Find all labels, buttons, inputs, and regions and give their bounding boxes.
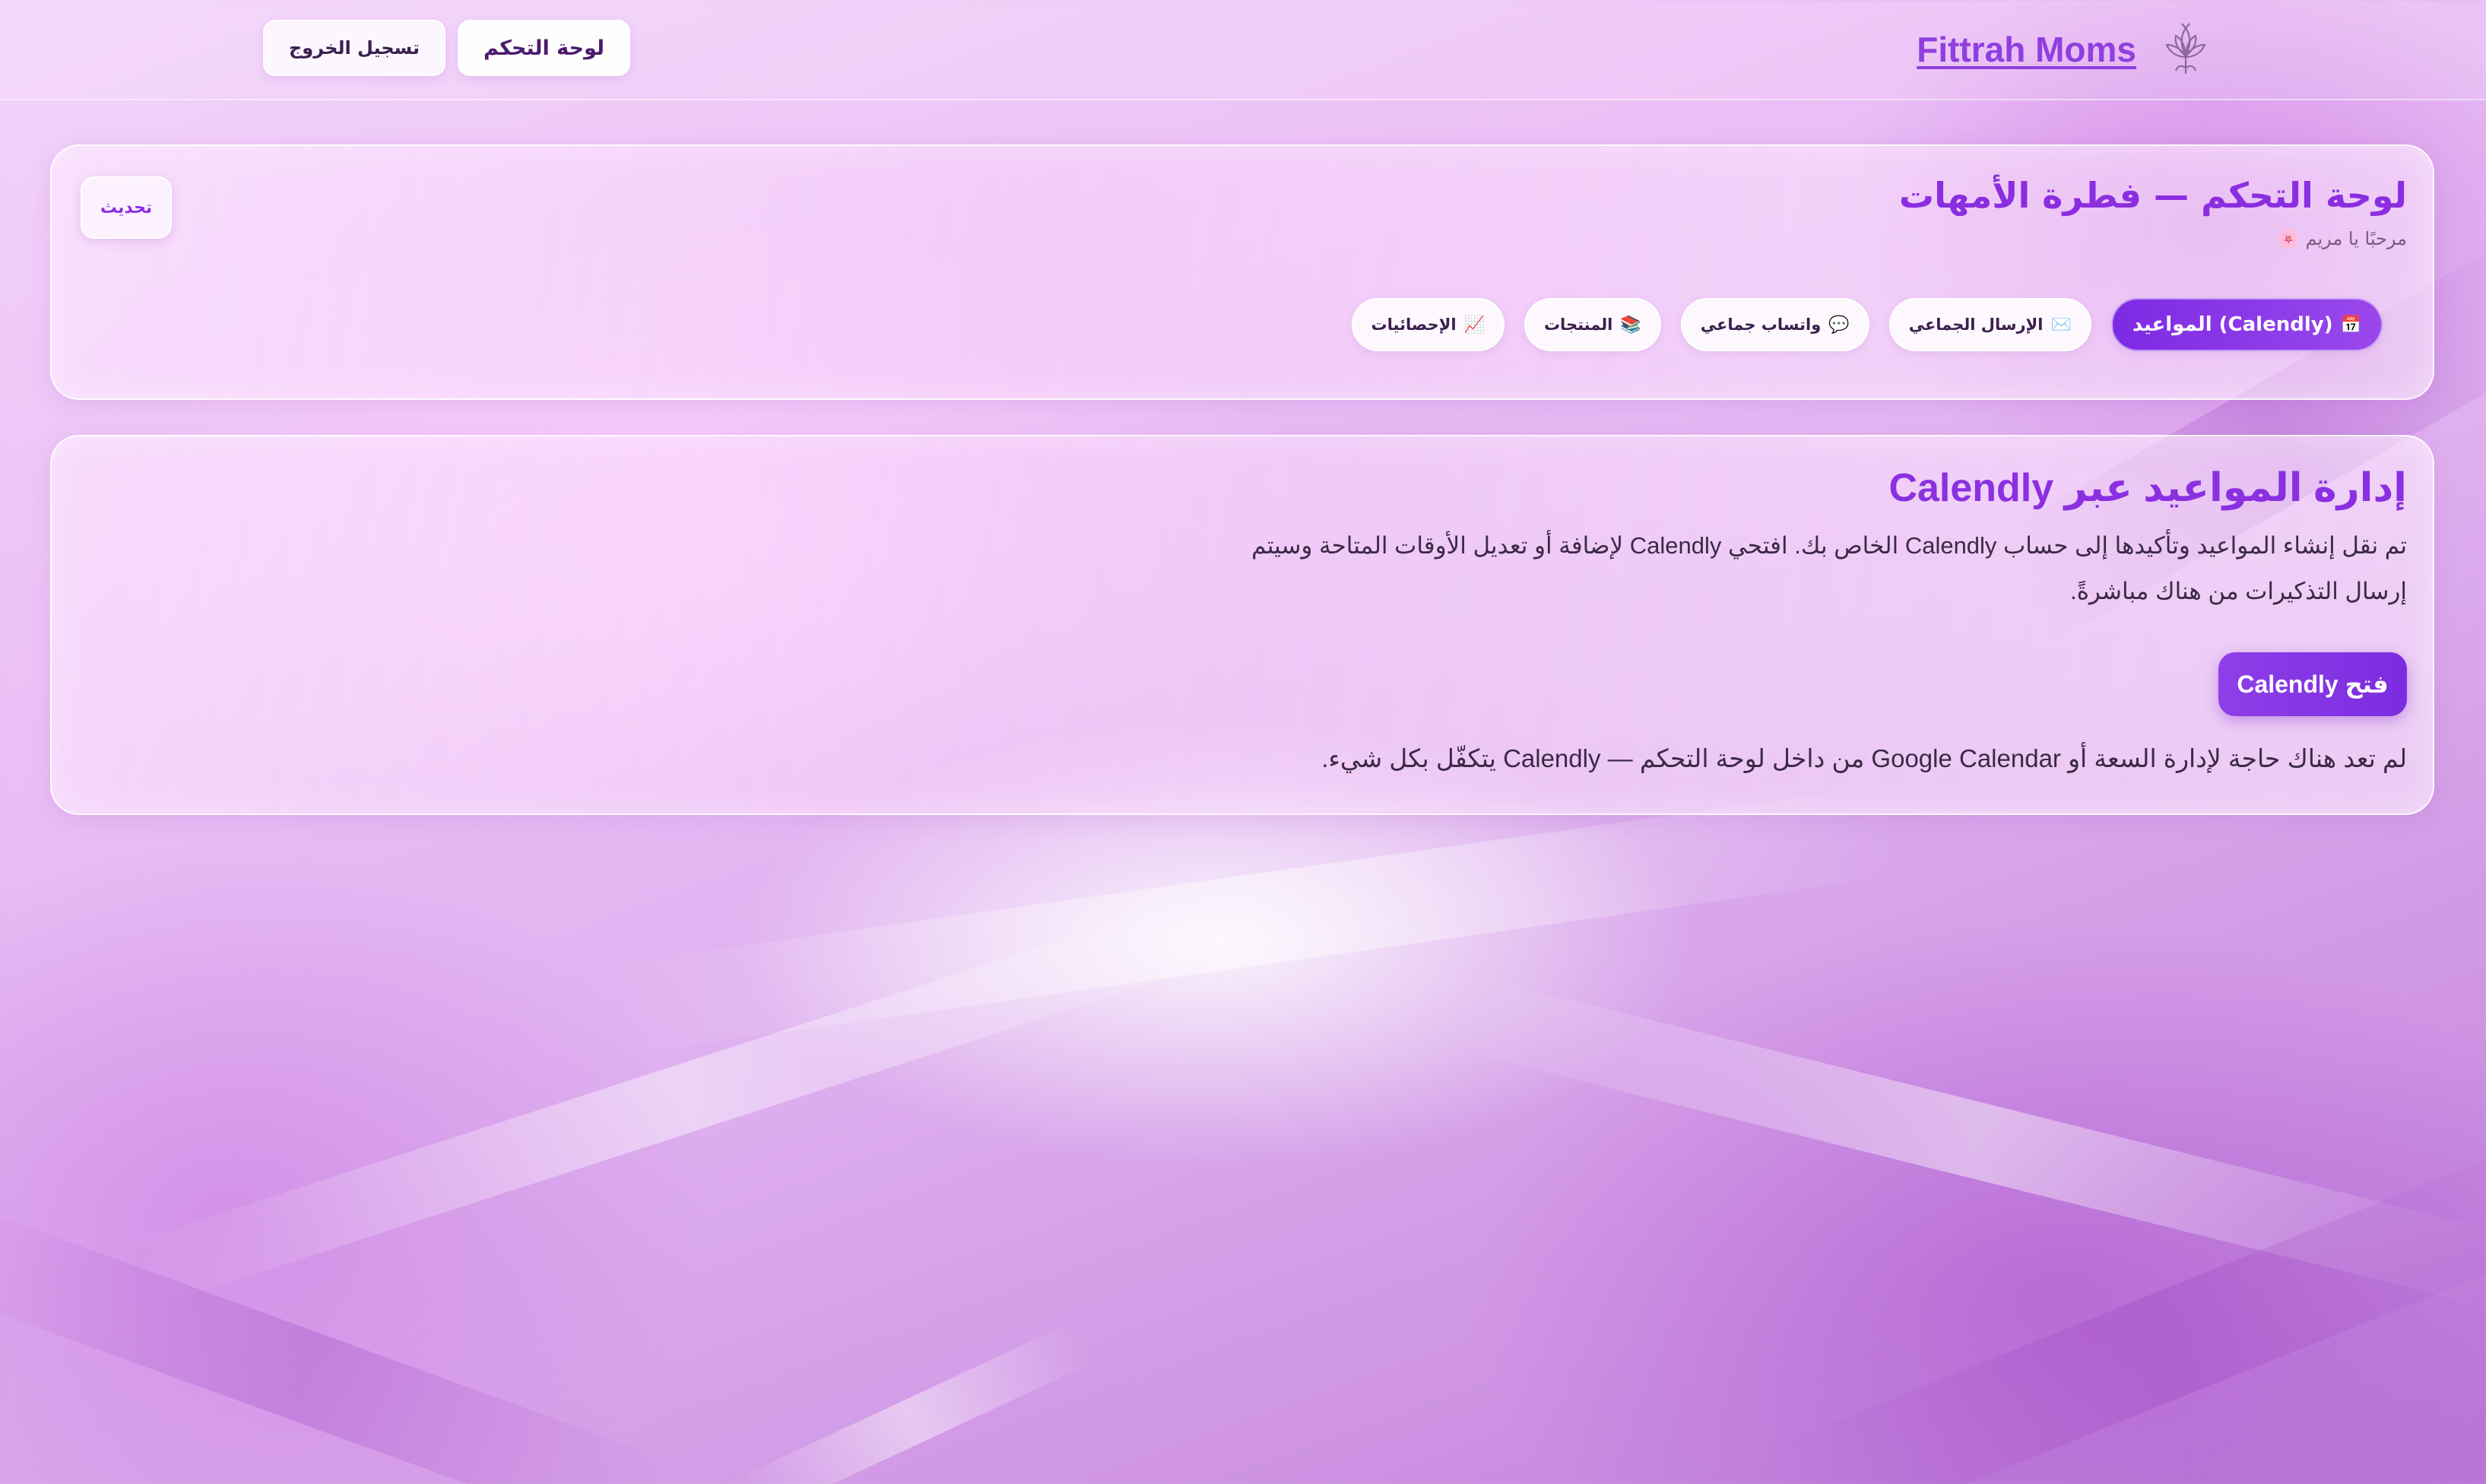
lotus-flower-icon [2159,21,2212,78]
logout-button[interactable]: تسجيل الخروج [263,20,446,76]
top-actions: تسجيل الخروج لوحة التحكم [263,20,631,76]
section-title: إدارة المواعيد عبر Calendly [1888,466,2407,510]
section-description: تم نقل إنشاء المواعيد وتأكيدها إلى حساب … [1251,532,2407,604]
background-streak [1451,975,2486,1306]
speech-bubble-icon: 💬 [1828,315,1850,335]
tab-statistics[interactable]: 📈 الإحصائيات [1351,298,1505,351]
welcome-subtitle: مرحبًا يا مريم 🌸 [2277,228,2407,249]
dashboard-tabs: 📅 المواعيد (Calendly) ✉️ الإرسال الجماعي… [1351,298,2383,351]
tab-label: المواعيد (Calendly) [2132,313,2333,336]
section-note: لم تعد هناك حاجة لإدارة السعة أو Google … [1321,744,2407,772]
dashboard-header-card: لوحة التحكم — فطرة الأمهات مرحبًا يا مري… [50,144,2434,400]
background-streak [0,1203,677,1484]
top-navigation-bar: Fittrah Moms تسجيل الخروج لوحة التحكم [0,0,2486,100]
brand-name-link[interactable]: Fittrah Moms [1917,29,2136,70]
background-streak [131,889,1238,1308]
brand[interactable]: Fittrah Moms [1917,15,2212,84]
tab-products[interactable]: 📚 المنتجات [1524,298,1661,351]
tab-label: واتساب جماعي [1700,316,1822,334]
calendly-section-card: إدارة المواعيد عبر Calendly تم نقل إنشاء… [50,435,2434,815]
tab-appointments-calendly[interactable]: 📅 المواعيد (Calendly) [2110,298,2383,351]
open-calendly-button[interactable]: فتح Calendly [2218,652,2407,716]
calendar-icon: 📅 [2340,315,2361,335]
tab-label: الإحصائيات [1371,316,1457,334]
background-streak [607,785,1901,1055]
tab-bulk-email[interactable]: ✉️ الإرسال الجماعي [1888,298,2091,351]
books-icon: 📚 [1620,315,1641,335]
page-title: لوحة التحكم — فطرة الأمهات [1898,175,2407,216]
tab-bulk-whatsapp[interactable]: 💬 واتساب جماعي [1680,298,1869,351]
chart-increasing-icon: 📈 [1463,315,1485,335]
tab-label: الإرسال الجماعي [1908,316,2044,334]
background-streak [730,1321,1095,1484]
refresh-button[interactable]: تحديث [81,176,172,239]
envelope-icon: ✉️ [2050,315,2072,335]
background-streak [1758,1140,2486,1484]
dashboard-button[interactable]: لوحة التحكم [457,20,631,76]
tab-label: المنتجات [1543,316,1613,334]
